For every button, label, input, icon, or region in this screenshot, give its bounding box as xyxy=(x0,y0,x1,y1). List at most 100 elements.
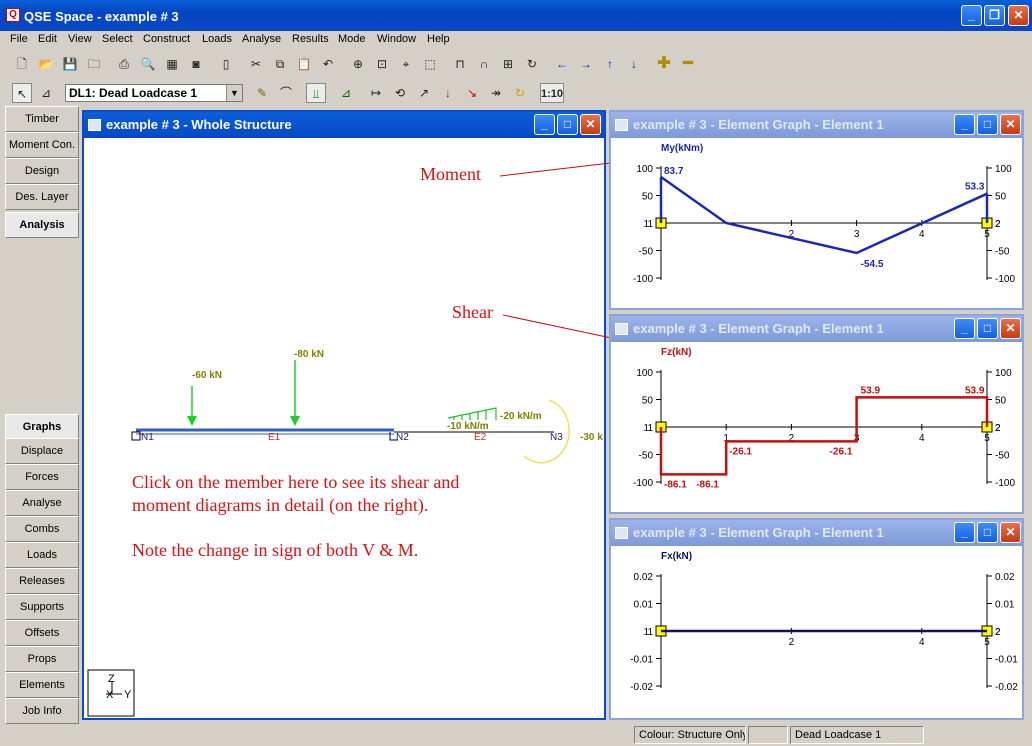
sidebar-offsets[interactable]: Offsets xyxy=(5,620,79,646)
open-icon[interactable]: 📂 xyxy=(36,54,56,74)
sidebar-elements[interactable]: Elements xyxy=(5,672,79,698)
chevron-down-icon[interactable]: ▼ xyxy=(226,85,242,101)
paste-icon[interactable]: 📋 xyxy=(294,54,314,74)
menu-loads[interactable]: Loads xyxy=(202,33,232,45)
undo-icon[interactable]: ↶ xyxy=(318,54,338,74)
y-tick-label: -100 xyxy=(633,478,653,489)
sidebar-moment-con[interactable]: Moment Con. xyxy=(5,132,79,158)
camera-icon[interactable]: ◙ xyxy=(186,54,206,74)
restore-button[interactable]: ❐ xyxy=(984,5,1005,26)
minimize-button[interactable]: _ xyxy=(961,5,982,26)
sidebar-timber[interactable]: Timber xyxy=(5,106,79,132)
mz-icon[interactable]: ↘ xyxy=(462,83,482,103)
menu-window[interactable]: Window xyxy=(377,33,416,45)
sidebar-graphs[interactable]: Graphs xyxy=(5,414,79,440)
sidebar-props[interactable]: Props xyxy=(5,646,79,672)
graph-axial-title: example # 3 - Element Graph - Element 1 xyxy=(633,525,884,540)
distributed-load xyxy=(447,407,497,420)
fx-icon[interactable]: ↦ xyxy=(366,83,386,103)
print-preview-icon[interactable]: 🔍 xyxy=(138,54,158,74)
structure-minimize-button[interactable]: _ xyxy=(534,114,555,135)
new-icon[interactable]: 🗋 xyxy=(12,54,32,74)
zoom-in-icon[interactable]: ⊕ xyxy=(348,54,368,74)
graph-shear-maximize-button[interactable]: □ xyxy=(977,318,998,339)
zoom-window-icon[interactable]: ⊡ xyxy=(372,54,392,74)
menu-view[interactable]: View xyxy=(68,33,92,45)
copy-icon[interactable]: ⧉ xyxy=(270,54,290,74)
shear-chart[interactable]: Fz(kN)100 10050 501 2-50 -50-100 -1001 2 3 4 5-86… xyxy=(611,342,1022,512)
graph-shear-close-button[interactable]: ✕ xyxy=(1000,318,1021,339)
sidebar-job-info[interactable]: Job Info xyxy=(5,698,79,724)
graph-shear-minimize-button[interactable]: _ xyxy=(954,318,975,339)
structure-window: example # 3 - Whole Structure _ □ ✕ -60 … xyxy=(82,110,606,720)
sidebar-forces[interactable]: Forces xyxy=(5,464,79,490)
print-icon[interactable]: ⎙ xyxy=(114,54,134,74)
fz-icon[interactable]: ↓ xyxy=(438,83,458,103)
page-icon[interactable]: ▯ xyxy=(216,54,236,74)
sidebar-combs[interactable]: Combs xyxy=(5,516,79,542)
sidebar-loads[interactable]: Loads xyxy=(5,542,79,568)
menu-mode[interactable]: Mode xyxy=(338,33,366,45)
grid-icon[interactable]: ⊞ xyxy=(498,54,518,74)
axial-chart[interactable]: Fx(kN) 0.02 0.02 0.01 0.01 1 2 -0.01 -0.01 -0.02 -… xyxy=(611,546,1022,718)
plus-icon[interactable]: ✚ xyxy=(654,54,674,74)
refresh-icon[interactable]: ↻ xyxy=(510,83,530,103)
minus-icon[interactable]: ━ xyxy=(678,54,698,74)
graph-axial-minimize-button[interactable]: _ xyxy=(954,522,975,543)
view-3d-icon[interactable]: ⌖ xyxy=(396,54,416,74)
scale-button[interactable]: 1:10 xyxy=(540,83,564,103)
y-axis-label: Fz(kN) xyxy=(661,347,692,358)
cube-icon[interactable]: ⬚ xyxy=(420,54,440,74)
loadcase-select[interactable]: DL1: Dead Loadcase 1 ▼ xyxy=(65,84,243,102)
measure-icon[interactable]: ⊿ xyxy=(36,83,56,103)
save-icon[interactable]: 💾 xyxy=(60,54,80,74)
graph-moment-maximize-button[interactable]: □ xyxy=(977,114,998,135)
y-tick-label-right: 50 xyxy=(995,396,1007,407)
menu-file[interactable]: File xyxy=(10,33,28,45)
menu-results[interactable]: Results xyxy=(292,33,329,45)
close-button[interactable]: ✕ xyxy=(1008,5,1029,26)
arrow-right-icon[interactable]: → xyxy=(576,54,596,74)
moment-chart[interactable]: My(kNm)100 10050 501 2-50 -50-100 -1002 3 4 583.… xyxy=(611,138,1022,308)
menu-select[interactable]: Select xyxy=(102,33,133,45)
structure-canvas[interactable]: -60 kN -80 kN -20 kN/m -10 kN/m -30 k N1… xyxy=(84,138,604,718)
sidebar-displace[interactable]: Displace xyxy=(5,438,79,464)
my-icon[interactable]: ↗ xyxy=(414,83,434,103)
graph-moment-minimize-button[interactable]: _ xyxy=(954,114,975,135)
sidebar-analysis[interactable]: Analysis xyxy=(5,212,79,238)
calculator-icon[interactable]: ▦ xyxy=(162,54,182,74)
save-folder-icon[interactable]: 🗀 xyxy=(84,54,104,74)
menu-edit[interactable]: Edit xyxy=(38,33,57,45)
distributed-load-icon[interactable]: ⫫ xyxy=(306,83,326,103)
menu-construct[interactable]: Construct xyxy=(143,33,190,45)
sidebar-supports[interactable]: Supports xyxy=(5,594,79,620)
pencil-icon[interactable]: ✎ xyxy=(252,83,272,103)
structure-close-button[interactable]: ✕ xyxy=(580,114,601,135)
fy-icon[interactable]: ↠ xyxy=(486,83,506,103)
cut-icon[interactable]: ✂ xyxy=(246,54,266,74)
sidebar-des-layer[interactable]: Des. Layer xyxy=(5,184,79,210)
arrow-up-icon[interactable]: ↑ xyxy=(600,54,620,74)
arch-icon[interactable]: ∩ xyxy=(474,54,494,74)
pointer-icon[interactable]: ↖ xyxy=(12,83,32,103)
sidebar-design[interactable]: Design xyxy=(5,158,79,184)
mx-icon[interactable]: ⟲ xyxy=(390,83,410,103)
arrow-down-icon[interactable]: ↓ xyxy=(624,54,644,74)
app-icon[interactable]: Q xyxy=(6,8,20,22)
graph-axial-maximize-button[interactable]: □ xyxy=(977,522,998,543)
shear-series xyxy=(659,396,989,476)
structure-maximize-button[interactable]: □ xyxy=(557,114,578,135)
graph-moment-title: example # 3 - Element Graph - Element 1 xyxy=(633,117,884,132)
menu-analyse[interactable]: Analyse xyxy=(242,33,281,45)
rotate-icon[interactable]: ↻ xyxy=(522,54,542,74)
slope-load-icon[interactable]: ⊿ xyxy=(336,83,356,103)
graph-moment-close-button[interactable]: ✕ xyxy=(1000,114,1021,135)
frame-icon[interactable]: ⊓ xyxy=(450,54,470,74)
graph-icon xyxy=(615,323,628,335)
curve-icon[interactable]: ⌒ xyxy=(276,83,296,103)
sidebar-releases[interactable]: Releases xyxy=(5,568,79,594)
sidebar-analyse[interactable]: Analyse xyxy=(5,490,79,516)
menu-help[interactable]: Help xyxy=(427,33,450,45)
arrow-left-icon[interactable]: ← xyxy=(552,54,572,74)
graph-axial-close-button[interactable]: ✕ xyxy=(1000,522,1021,543)
